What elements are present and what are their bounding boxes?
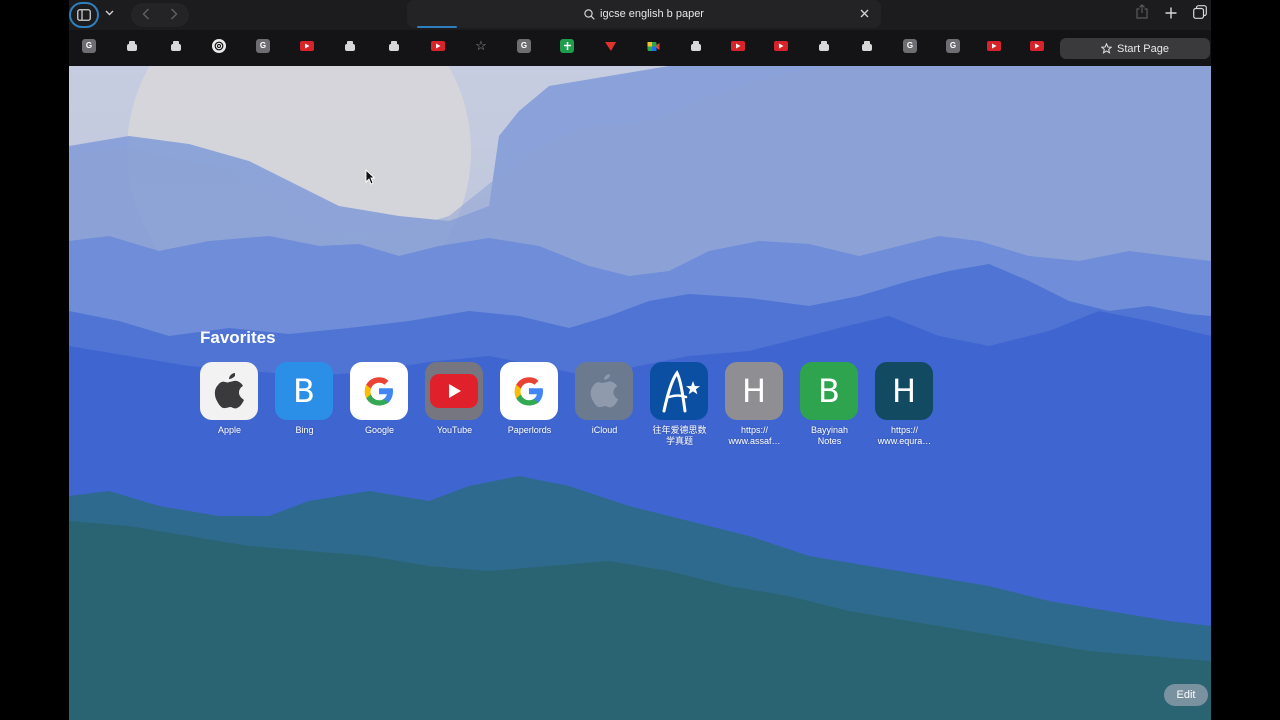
tab-google-meet[interactable] [646, 39, 660, 53]
tab-bookmark[interactable]: ☆ [474, 39, 488, 53]
github-favicon-icon [862, 41, 872, 51]
google-icon [500, 362, 558, 420]
tab-youtube[interactable] [774, 41, 788, 51]
github-favicon-icon [171, 41, 181, 51]
sidebar-icon [77, 9, 91, 21]
google-favicon-icon: G [85, 41, 93, 50]
tab-github[interactable] [169, 39, 183, 53]
youtube-favicon-icon [736, 43, 741, 49]
forward-icon [170, 8, 178, 20]
tabs-overview-icon [1193, 5, 1207, 19]
meet-favicon-icon [647, 41, 659, 51]
youtube-favicon-icon [992, 43, 997, 49]
letter-h-icon: H [875, 362, 933, 420]
tab-github[interactable] [860, 39, 874, 53]
star-icon: ☆ [475, 38, 487, 53]
tab-start-page[interactable]: Start Page [1060, 38, 1210, 59]
letter-b-icon: B [800, 362, 858, 420]
tab-google[interactable]: G [82, 39, 96, 53]
tab-github[interactable] [343, 39, 357, 53]
back-button[interactable] [132, 3, 160, 27]
github-favicon-icon [819, 41, 829, 51]
tab-google[interactable]: G [256, 39, 270, 53]
bing-icon: B [275, 362, 333, 420]
tab-google[interactable]: G [517, 39, 531, 53]
favorites-title: Favorites [200, 328, 276, 347]
google-favicon-icon: G [906, 41, 914, 50]
favorite-label: iCloud [591, 425, 618, 435]
tab-chatgpt[interactable] [212, 39, 226, 53]
google-favicon-icon: G [259, 41, 267, 50]
youtube-favicon-icon [779, 43, 784, 49]
browser-window: igcse english b paper G G ☆ G G G Start … [69, 0, 1211, 720]
address-text: igcse english b paper [600, 8, 704, 20]
tab-youtube[interactable] [987, 41, 1001, 51]
tab-youtube[interactable] [731, 41, 745, 51]
tab-overview-button[interactable] [1189, 4, 1211, 26]
back-icon [142, 8, 150, 20]
search-icon [584, 8, 595, 20]
edit-button[interactable]: Edit [1164, 684, 1208, 706]
youtube-favicon-icon [1035, 43, 1040, 49]
sidebar-toggle-button[interactable] [69, 2, 99, 28]
tab-youtube[interactable] [431, 41, 445, 51]
tab-google[interactable]: G [903, 39, 917, 53]
chatgpt-favicon-icon [214, 41, 224, 51]
plus-icon [1165, 7, 1177, 19]
tab-github[interactable] [817, 39, 831, 53]
start-page: Favorites Apple B Bing Google YouTube Pa… [69, 66, 1211, 720]
toolbar: igcse english b paper [69, 0, 1211, 30]
favorite-label: https://www.assaf… [728, 425, 781, 446]
star-icon [1101, 43, 1112, 54]
google-favicon-icon: G [520, 41, 528, 50]
tab-github[interactable] [125, 39, 139, 53]
favorite-label: Bayyinah Notes [810, 425, 849, 446]
new-tab-button[interactable] [1160, 4, 1182, 26]
github-favicon-icon [389, 41, 399, 51]
navigation-group [131, 3, 189, 27]
github-favicon-icon [345, 41, 355, 51]
tab-google[interactable]: G [946, 39, 960, 53]
favorite-label: YouTube [436, 425, 473, 435]
apple-icon [200, 362, 258, 420]
google-icon [350, 362, 408, 420]
favorite-label: https://www.equra… [877, 425, 932, 446]
google-favicon-icon: G [949, 41, 957, 50]
favorite-label: Paperlords [507, 425, 552, 435]
a-star-logo-icon [650, 362, 708, 420]
tab-github[interactable] [387, 39, 401, 53]
chevron-down-icon[interactable] [102, 7, 116, 21]
favorite-label: Bing [295, 425, 314, 435]
tab-github[interactable] [689, 39, 703, 53]
mouse-cursor-icon [365, 169, 375, 185]
tab-bar: G G ☆ G G G Start Page [69, 30, 1211, 66]
youtube-favicon-icon [436, 43, 441, 49]
youtube-favicon-icon [305, 43, 310, 49]
share-button[interactable] [1131, 4, 1153, 26]
address-bar[interactable]: igcse english b paper [407, 0, 881, 28]
tab-site[interactable] [603, 39, 617, 53]
start-page-label: Start Page [1117, 42, 1169, 55]
favorite-label: Apple [217, 425, 242, 435]
letter-h-icon: H [725, 362, 783, 420]
tab-youtube[interactable] [1030, 41, 1044, 51]
icloud-icon [575, 362, 633, 420]
sheets-favicon-icon [563, 42, 571, 50]
share-icon [1136, 4, 1148, 19]
forward-button[interactable] [160, 3, 188, 27]
youtube-icon [425, 362, 483, 420]
site-favicon-icon [604, 41, 616, 51]
github-favicon-icon [691, 41, 701, 51]
github-favicon-icon [127, 41, 137, 51]
tab-youtube[interactable] [300, 41, 314, 51]
clear-icon[interactable] [857, 7, 871, 21]
favorite-label: 往年爱德思数 学真题 [652, 425, 707, 446]
favorite-label: Google [364, 425, 395, 435]
tab-google-sheets[interactable] [560, 39, 574, 53]
bing-letter: B [293, 372, 315, 410]
